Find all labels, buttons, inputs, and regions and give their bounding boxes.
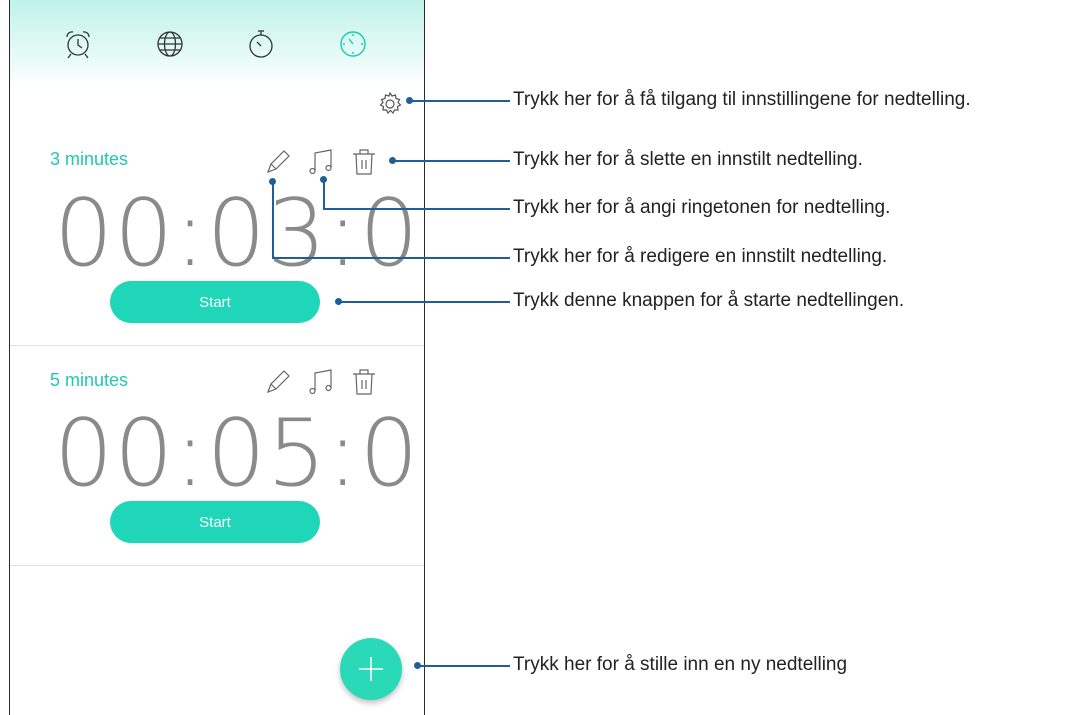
pencil-icon xyxy=(266,370,290,394)
timer-label: 3 minutes xyxy=(50,149,129,169)
tab-bar xyxy=(10,0,424,90)
tab-timer[interactable] xyxy=(336,27,370,61)
start-button[interactable]: Start xyxy=(110,281,320,323)
tab-world-clock[interactable] xyxy=(153,27,187,61)
callout-line xyxy=(410,100,510,102)
timer-label: 5 minutes xyxy=(50,370,129,390)
delete-button[interactable] xyxy=(350,147,378,177)
pencil-icon xyxy=(266,150,290,174)
callout-delete: Trykk her for å slette en innstilt nedte… xyxy=(513,149,863,170)
stopwatch-icon xyxy=(249,30,273,58)
callout-ringtone: Trykk her for å angi ringetonen for nedt… xyxy=(513,197,891,218)
divider xyxy=(10,565,424,566)
callout-line xyxy=(418,665,510,667)
gear-icon xyxy=(379,91,402,115)
trash-icon xyxy=(353,369,375,395)
music-note-icon xyxy=(309,369,332,395)
music-note-icon xyxy=(309,149,332,175)
timer-time: 00:05:00 xyxy=(54,399,424,507)
callout-line xyxy=(339,301,510,303)
alarm-clock-icon xyxy=(66,31,90,59)
callout-edit: Trykk her for å redigere en innstilt ned… xyxy=(513,246,888,267)
start-button[interactable]: Start xyxy=(110,501,320,543)
callout-start: Trykk denne knappen for å starte nedtell… xyxy=(513,290,905,311)
callout-line xyxy=(272,182,274,258)
tab-alarm[interactable] xyxy=(61,27,95,61)
ringtone-button[interactable] xyxy=(307,147,335,177)
timer-time: 00:03:00 xyxy=(54,179,424,287)
plus-icon xyxy=(359,657,383,681)
callout-line xyxy=(323,180,325,209)
edit-button[interactable] xyxy=(263,367,291,397)
tab-stopwatch[interactable] xyxy=(244,27,278,61)
callout-line xyxy=(393,160,510,162)
add-timer-button[interactable] xyxy=(340,638,402,700)
timer-card: 5 minutes 00:05:00 Start xyxy=(10,345,424,565)
globe-icon xyxy=(157,31,183,57)
edit-button[interactable] xyxy=(263,147,291,177)
callout-settings: Trykk her for å få tilgang til innstilli… xyxy=(513,89,971,110)
callout-line xyxy=(323,208,510,210)
settings-button[interactable] xyxy=(375,89,405,119)
timer-card: 3 minutes 00:03:00 Start xyxy=(10,125,424,345)
trash-icon xyxy=(353,149,375,175)
ringtone-button[interactable] xyxy=(307,367,335,397)
callout-add: Trykk her for å stille inn en ny nedtell… xyxy=(513,654,848,675)
phone-screen: 3 minutes 00:03:00 Start 5 minutes xyxy=(9,0,425,715)
delete-button[interactable] xyxy=(350,367,378,397)
timer-icon xyxy=(340,31,366,57)
callout-line xyxy=(272,257,510,259)
